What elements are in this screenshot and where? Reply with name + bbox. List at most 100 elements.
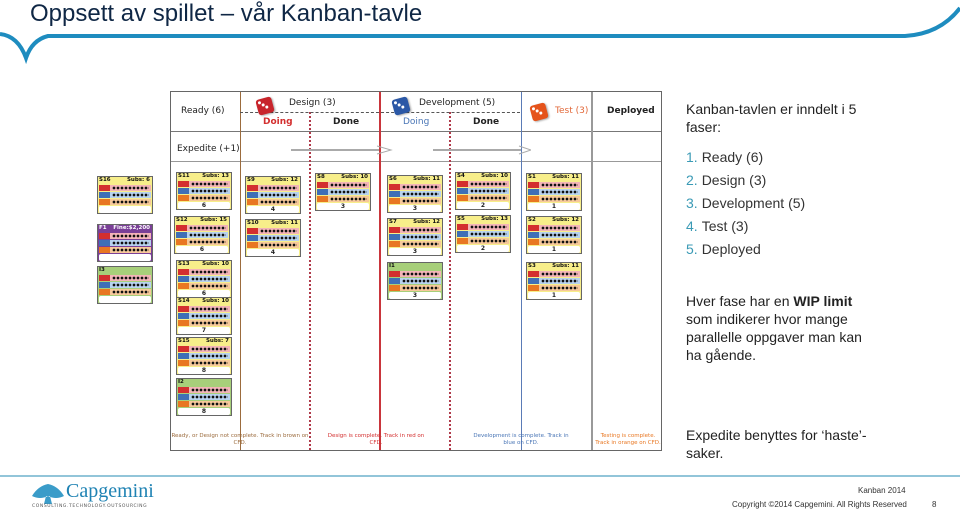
dev-lane (178, 394, 230, 400)
footnote-test: Testing is complete. Track in orange on … (595, 433, 661, 446)
phase-item: 3. Development (5) (686, 195, 806, 211)
card-id: S12 (176, 217, 188, 223)
story-card[interactable]: S1 Subs: 11 1 (526, 173, 582, 211)
expedite-note: Expedite benyttes for ‘haste’-saker. (686, 427, 867, 461)
story-card[interactable]: F1 Fine:$2,200 (97, 224, 153, 262)
card-id: I2 (178, 379, 184, 385)
expedite-label: Expedite (+1) (177, 144, 240, 154)
card-day-counter: 1 (528, 292, 580, 299)
card-id: F1 (99, 225, 107, 231)
story-card[interactable]: S7 Subs: 12 3 (387, 218, 443, 256)
story-card[interactable]: I1 3 (387, 262, 443, 300)
card-subscribers: Subs: 11 (413, 176, 440, 182)
test-lane (178, 283, 230, 289)
test-lane (99, 199, 151, 205)
card-subscribers: Fine:$2,200 (113, 225, 150, 231)
card-day-counter (99, 206, 151, 213)
test-lane (178, 401, 230, 407)
story-card[interactable]: S6 Subs: 11 3 (387, 175, 443, 213)
intro-text: Kanban-tavlen er inndelt i 5 faser: (686, 101, 857, 135)
card-id: S11 (178, 173, 190, 179)
story-card[interactable]: S2 Subs: 12 1 (526, 216, 582, 254)
design-lane (317, 182, 369, 188)
card-day-counter (99, 254, 151, 261)
story-card[interactable]: S15 Subs: 7 8 (176, 337, 232, 375)
dev-lane (528, 189, 580, 195)
dev-lane (176, 232, 228, 238)
design-lane (178, 269, 230, 275)
card-id: S2 (528, 217, 536, 223)
dev-lane (457, 231, 509, 237)
footer-divider (0, 475, 960, 477)
column-ready: Ready (6) (181, 106, 225, 116)
divider (240, 92, 241, 450)
design-lane (99, 275, 151, 281)
design-lane (528, 271, 580, 277)
column-design: Design (3) (289, 98, 336, 108)
column-test: Test (3) (555, 106, 589, 116)
design-lane (99, 185, 151, 191)
card-subscribers: Subs: 15 (200, 217, 227, 223)
story-card[interactable]: I3 (97, 266, 153, 304)
story-card[interactable]: I2 8 (176, 378, 232, 416)
story-card[interactable]: S12 Subs: 15 6 (174, 216, 230, 254)
card-header: S16 Subs: 6 (98, 177, 152, 184)
card-day-counter (99, 296, 151, 303)
card-header: S5 Subs: 13 (456, 216, 510, 223)
card-subscribers: Subs: 10 (202, 298, 229, 304)
card-day-counter: 8 (178, 408, 230, 415)
story-card[interactable]: S8 Subs: 10 3 (315, 173, 371, 211)
card-id: S10 (247, 220, 259, 226)
card-day-counter: 2 (457, 245, 509, 252)
story-card[interactable]: S10 Subs: 11 4 (245, 219, 301, 257)
card-day-counter: 1 (528, 246, 580, 253)
card-header: S8 Subs: 10 (316, 174, 370, 181)
card-subscribers: Subs: 10 (202, 261, 229, 267)
footer-copyright: Copyright ©2014 Capgemini. All Rights Re… (732, 500, 907, 509)
test-lane (528, 239, 580, 245)
story-card[interactable]: S4 Subs: 10 2 (455, 172, 511, 210)
dev-done: Done (473, 117, 500, 127)
footer-subject: Kanban 2014 (858, 486, 906, 495)
card-day-counter: 2 (457, 202, 509, 209)
expedite-arrows (291, 145, 531, 155)
card-day-counter: 7 (178, 327, 230, 334)
slide-title: Oppsett av spillet – vår Kanban-tavle (30, 0, 423, 27)
design-done: Done (333, 117, 360, 127)
story-card[interactable]: S14 Subs: 10 7 (176, 297, 232, 335)
test-lane (99, 247, 151, 253)
test-lane (389, 285, 441, 291)
story-card[interactable]: S13 Subs: 10 6 (176, 260, 232, 298)
card-id: S16 (99, 177, 111, 183)
card-id: S6 (389, 176, 397, 182)
card-id: I1 (389, 263, 395, 269)
story-card[interactable]: S9 Subs: 12 4 (245, 176, 301, 214)
logo-tagline: CONSULTING.TECHNOLOGY.OUTSOURCING (32, 504, 148, 509)
dev-lane (178, 313, 230, 319)
dev-lane (528, 278, 580, 284)
card-id: S9 (247, 177, 255, 183)
test-lane (457, 238, 509, 244)
card-day-counter: 8 (178, 367, 230, 374)
card-day-counter: 6 (178, 202, 230, 209)
design-doing: Doing (263, 117, 293, 127)
card-id: S13 (178, 261, 190, 267)
card-header: S4 Subs: 10 (456, 173, 510, 180)
card-subscribers: Subs: 11 (552, 174, 579, 180)
card-id: S3 (528, 263, 536, 269)
story-card[interactable]: S3 Subs: 11 1 (526, 262, 582, 300)
page-number: 8 (932, 500, 937, 509)
dev-lane (389, 278, 441, 284)
design-lane (528, 182, 580, 188)
story-card[interactable]: S11 Subs: 13 6 (176, 172, 232, 210)
dev-lane (389, 234, 441, 240)
design-lane (178, 346, 230, 352)
card-day-counter: 3 (389, 248, 441, 255)
story-card[interactable]: S5 Subs: 13 2 (455, 215, 511, 253)
story-card[interactable]: S16 Subs: 6 (97, 176, 153, 214)
dev-lane (99, 240, 151, 246)
card-header: I2 (177, 379, 231, 386)
card-subscribers: Subs: 11 (552, 263, 579, 269)
card-header: S10 Subs: 11 (246, 220, 300, 227)
test-lane (178, 195, 230, 201)
